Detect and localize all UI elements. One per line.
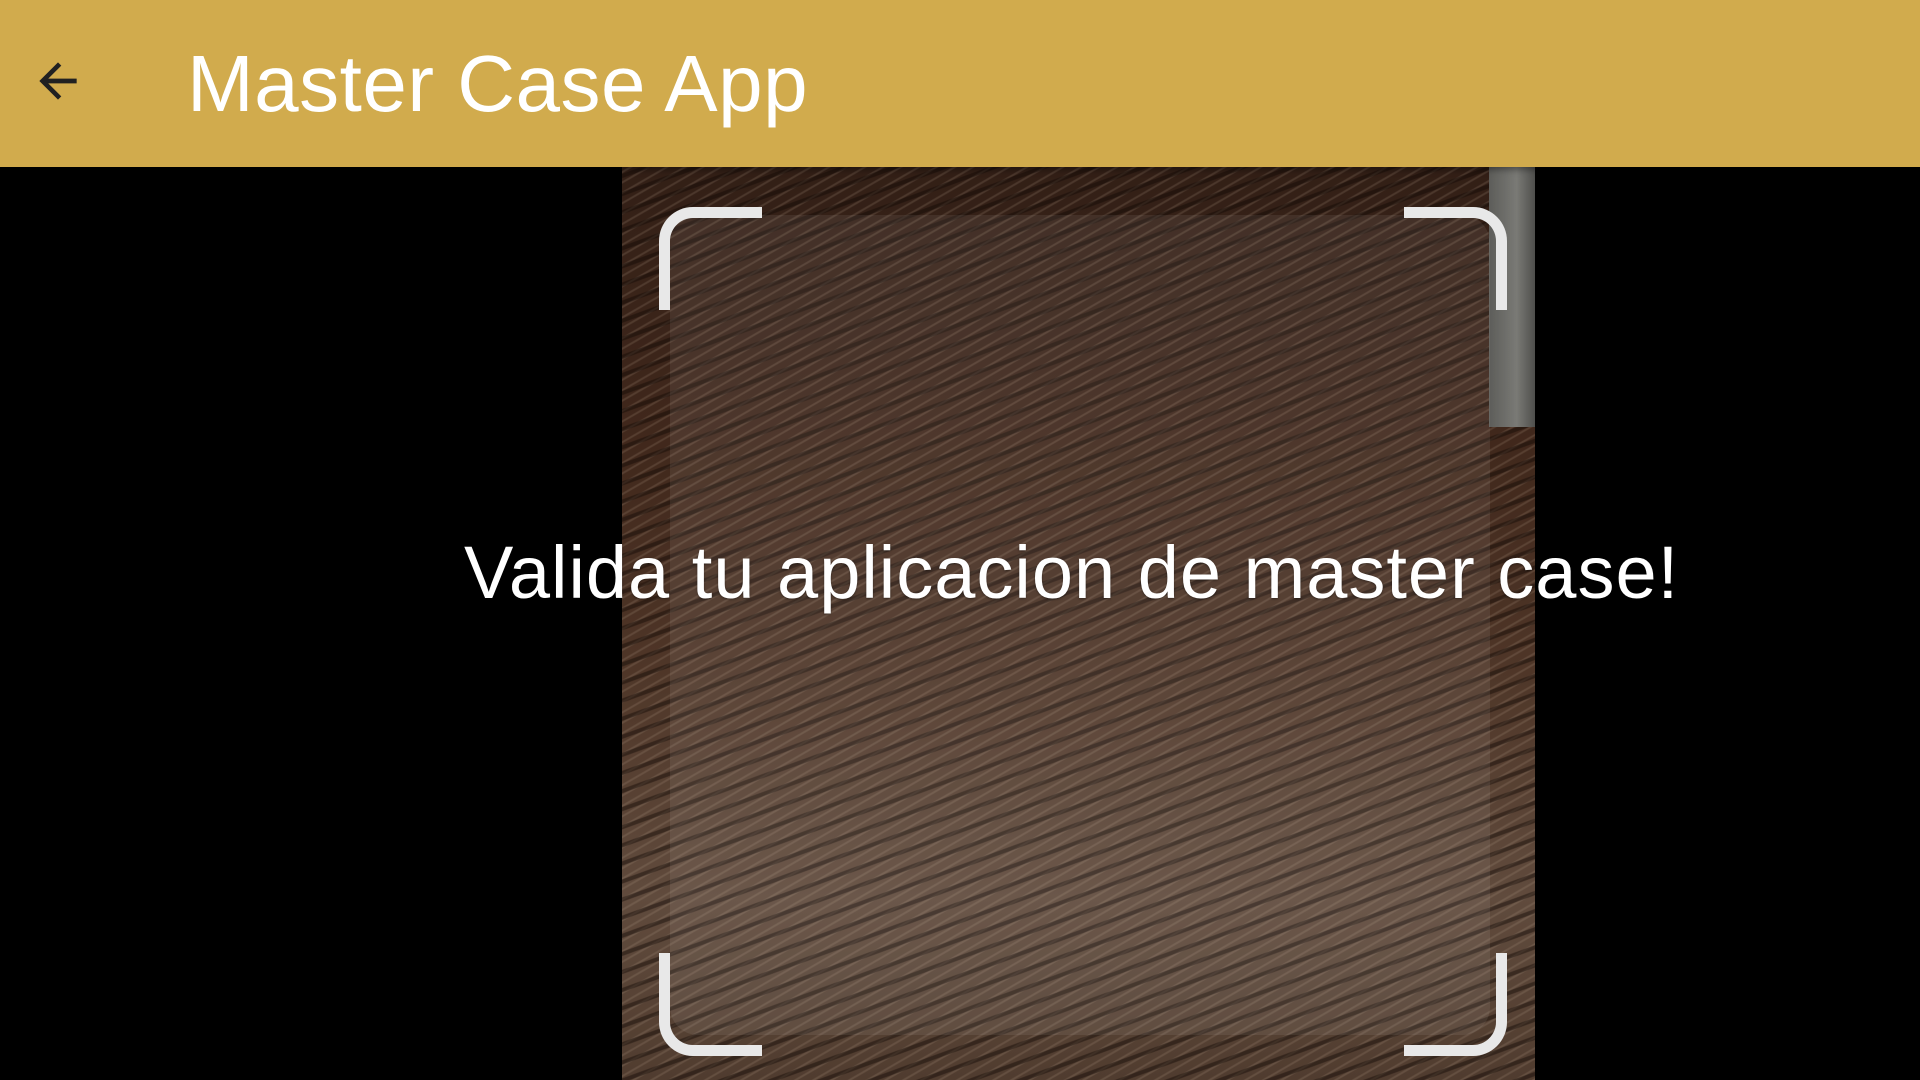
scan-message: Valida tu aplicacion de master case! xyxy=(464,531,1680,614)
app-screen: Master Case App Valida tu aplicacion de … xyxy=(0,0,1920,1080)
arrow-back-icon xyxy=(30,53,86,114)
app-title: Master Case App xyxy=(187,39,809,128)
back-button[interactable] xyxy=(18,43,98,123)
scan-frame-corner-bottom-left xyxy=(659,953,762,1056)
scan-frame-corner-top-right xyxy=(1404,207,1507,310)
app-bar: Master Case App xyxy=(0,0,1920,167)
scan-frame-corner-top-left xyxy=(659,207,762,310)
scan-frame-corner-bottom-right xyxy=(1404,953,1507,1056)
scan-area xyxy=(670,215,1490,1035)
